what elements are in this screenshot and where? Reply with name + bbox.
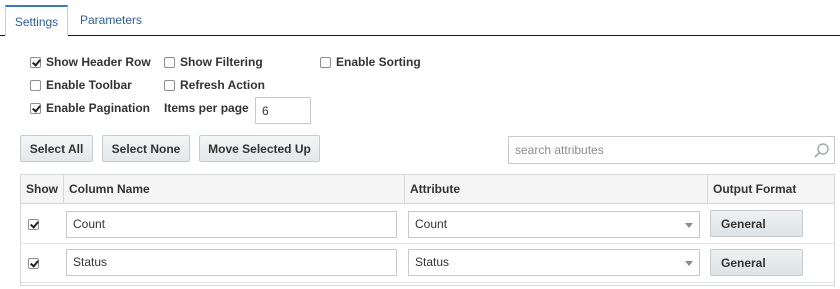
attribute-select-value: Status (415, 255, 450, 269)
show-filtering-label: Show Filtering (180, 55, 263, 69)
select-none-button[interactable]: Select None (102, 135, 190, 162)
enable-toolbar-checkbox[interactable] (30, 79, 41, 91)
tab-settings[interactable]: Settings (5, 5, 68, 36)
show-header-row-label: Show Header Row (46, 55, 151, 69)
show-header-row-option[interactable]: Show Header Row (30, 54, 151, 70)
enable-pagination-option[interactable]: Enable Pagination (30, 100, 150, 116)
attribute-select-value: Count (415, 217, 448, 231)
items-per-page-input[interactable] (255, 97, 311, 124)
tab-parameters[interactable]: Parameters (74, 5, 148, 36)
output-format-button[interactable]: General (710, 210, 803, 237)
search-input[interactable] (509, 137, 799, 163)
enable-sorting-option[interactable]: Enable Sorting (320, 54, 421, 70)
column-name-input[interactable]: Status (66, 249, 397, 276)
attribute-select[interactable]: Status (408, 249, 700, 276)
dropdown-arrow-icon (685, 223, 693, 228)
dropdown-arrow-icon (685, 261, 693, 266)
header-attribute: Attribute (404, 175, 707, 204)
row-show-checkbox[interactable] (28, 258, 39, 269)
refresh-action-label: Refresh Action (180, 78, 265, 92)
table-row: Count Count General (21, 205, 834, 244)
items-per-page-label: Items per page (164, 101, 249, 115)
select-all-button[interactable]: Select All (20, 135, 93, 162)
refresh-action-option[interactable]: Refresh Action (164, 77, 265, 93)
refresh-action-checkbox[interactable] (164, 79, 175, 91)
header-show: Show (26, 182, 58, 196)
attribute-select[interactable]: Count (408, 211, 700, 238)
table-row: Status Status General (21, 244, 834, 283)
tab-bar: Settings Parameters (0, 0, 840, 37)
enable-pagination-checkbox[interactable] (30, 102, 41, 114)
attributes-table: Show Column Name Attribute Output Format… (20, 174, 835, 286)
table-header: Show Column Name Attribute Output Format (21, 175, 834, 204)
move-selected-up-button[interactable]: Move Selected Up (199, 135, 320, 162)
row-show-checkbox[interactable] (28, 219, 39, 230)
enable-pagination-label: Enable Pagination (46, 101, 151, 115)
header-output-format: Output Format (707, 175, 834, 204)
enable-toolbar-label: Enable Toolbar (46, 78, 132, 92)
show-filtering-option[interactable]: Show Filtering (164, 54, 263, 70)
search-icon[interactable] (813, 142, 830, 159)
enable-toolbar-option[interactable]: Enable Toolbar (30, 77, 132, 93)
show-filtering-checkbox[interactable] (164, 56, 175, 68)
enable-sorting-label: Enable Sorting (336, 55, 421, 69)
enable-sorting-checkbox[interactable] (320, 56, 331, 68)
search-box (508, 136, 835, 164)
show-header-row-checkbox[interactable] (30, 56, 41, 68)
column-name-input[interactable]: Count (66, 211, 397, 238)
output-format-button[interactable]: General (710, 249, 803, 276)
header-column-name: Column Name (63, 175, 404, 204)
